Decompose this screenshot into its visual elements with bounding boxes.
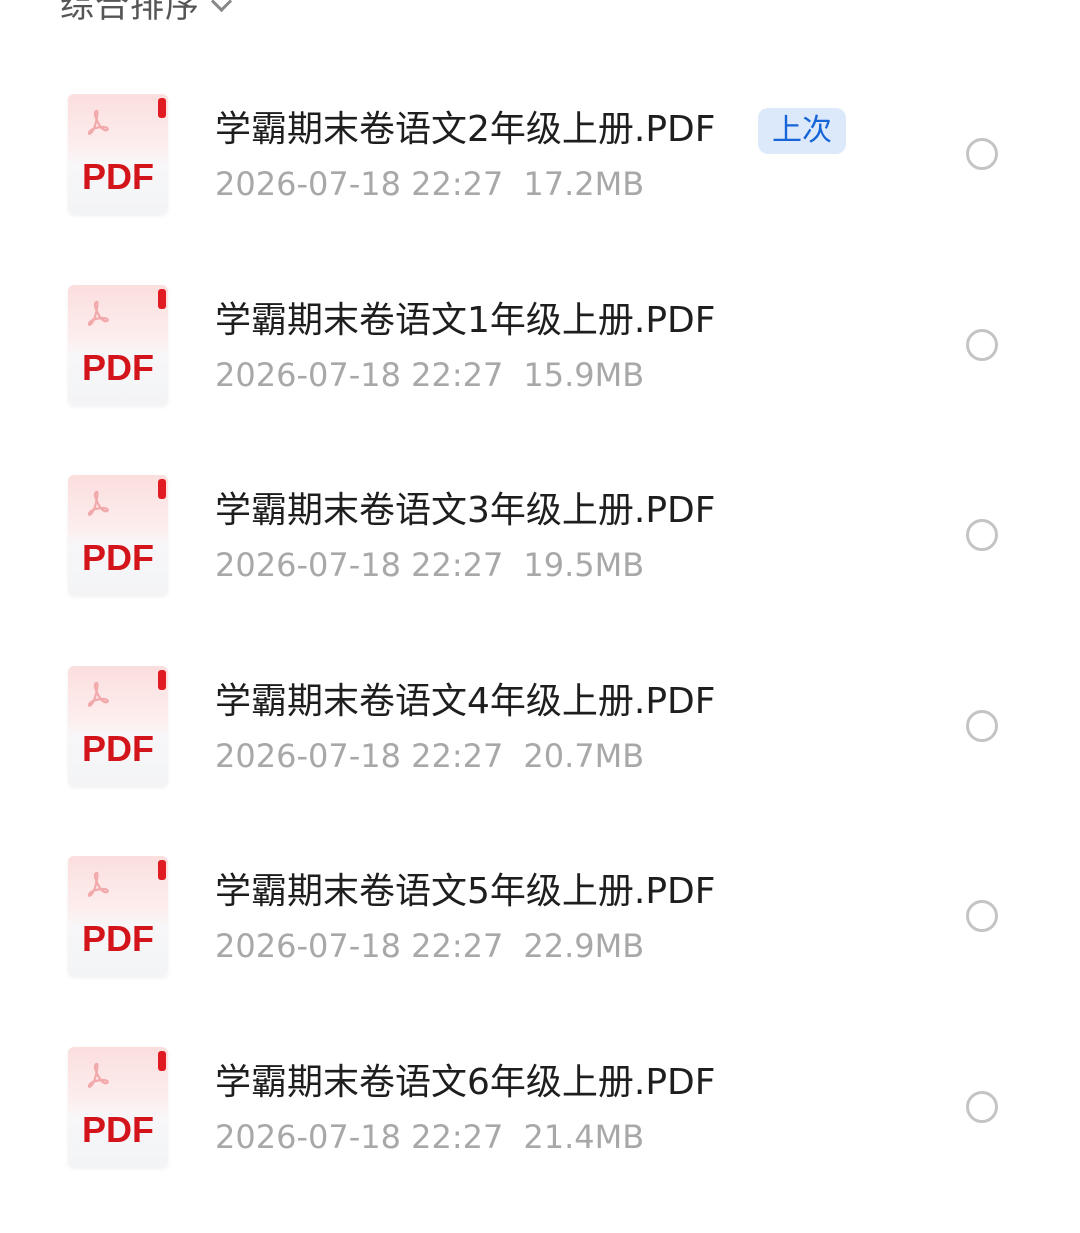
pdf-icon-label: PDF — [82, 918, 154, 960]
file-date: 2026-07-18 22:27 — [215, 1117, 504, 1156]
file-corner-mark — [158, 1050, 166, 1071]
pdf-icon-label: PDF — [82, 346, 154, 388]
acrobat-logo-icon — [87, 681, 109, 707]
sort-dropdown[interactable]: 综合排序 — [60, 0, 233, 27]
acrobat-logo-icon — [87, 1062, 109, 1088]
file-corner-mark — [158, 669, 166, 690]
file-date: 2026-07-18 22:27 — [215, 927, 504, 966]
acrobat-logo-icon — [87, 491, 109, 517]
pdf-file-icon: PDF — [68, 665, 168, 786]
file-date: 2026-07-18 22:27 — [215, 546, 504, 585]
pdf-file-icon: PDF — [68, 1046, 168, 1167]
pdf-icon-label: PDF — [82, 727, 154, 769]
pdf-file-icon: PDF — [68, 94, 168, 214]
file-meta: 2026-07-18 22:27 19.5MB — [215, 545, 644, 585]
file-corner-mark — [158, 860, 166, 881]
file-name: 学霸期末卷语文1年级上册.PDF — [215, 299, 716, 341]
select-radio[interactable] — [966, 328, 998, 361]
file-name: 学霸期末卷语文6年级上册.PDF — [215, 1061, 716, 1103]
file-corner-mark — [158, 288, 166, 309]
acrobat-logo-icon — [87, 300, 109, 326]
file-row[interactable]: PDF 学霸期末卷语文5年级上册.PDF 2026-07-18 22:27 22.9M… — [0, 822, 1080, 1013]
file-size: 15.9MB — [523, 355, 645, 394]
select-radio[interactable] — [966, 519, 998, 552]
file-corner-mark — [158, 479, 166, 500]
file-date: 2026-07-18 22:27 — [215, 736, 504, 775]
file-row[interactable]: PDF 学霸期末卷语文4年级上册.PDF 2026-07-18 22:27 20.7M… — [0, 632, 1080, 823]
sort-label: 综合排序 — [60, 0, 200, 26]
file-meta: 2026-07-18 22:27 22.9MB — [215, 926, 644, 966]
pdf-file-icon: PDF — [68, 856, 168, 977]
file-size: 17.2MB — [523, 165, 645, 203]
file-corner-mark — [158, 98, 166, 118]
grid-view-icon[interactable] — [968, 0, 1016, 18]
file-meta: 2026-07-18 22:27 20.7MB — [215, 736, 644, 776]
file-row[interactable]: PDF 学霸期末卷语文3年级上册.PDF 2026-07-18 22:27 19.5M… — [0, 441, 1080, 632]
file-size: 22.9MB — [523, 927, 645, 966]
file-name: 学霸期末卷语文2年级上册.PDF — [215, 109, 716, 150]
pdf-icon-label: PDF — [82, 1108, 154, 1150]
file-size: 19.5MB — [523, 546, 645, 585]
file-meta: 2026-07-18 22:27 21.4MB — [215, 1117, 644, 1157]
file-row[interactable]: PDF 学霸期末卷语文6年级上册.PDF 2026-07-18 22:27 21.4M… — [0, 1013, 1080, 1204]
file-date: 2026-07-18 22:27 — [215, 165, 504, 203]
file-meta: 2026-07-18 22:27 15.9MB — [215, 355, 644, 395]
pdf-icon-label: PDF — [82, 537, 154, 579]
select-radio[interactable] — [966, 709, 998, 742]
file-date: 2026-07-18 22:27 — [215, 355, 504, 394]
pdf-file-icon: PDF — [68, 284, 168, 405]
chevron-down-icon — [210, 0, 233, 13]
file-name: 学霸期末卷语文4年级上册.PDF — [215, 680, 716, 722]
list-header: 综合排序 — [0, 0, 1080, 40]
file-row[interactable]: PDF 学霸期末卷语文2年级上册.PDF 上次 2026-07-18 22:27 17.… — [0, 60, 1080, 251]
select-radio[interactable] — [966, 138, 998, 170]
file-size: 21.4MB — [523, 1117, 645, 1156]
file-size: 20.7MB — [523, 736, 645, 775]
acrobat-logo-icon — [87, 109, 109, 135]
select-radio[interactable] — [966, 1090, 998, 1123]
select-radio[interactable] — [966, 900, 998, 933]
pdf-icon-label: PDF — [82, 156, 154, 197]
file-list: PDF 学霸期末卷语文2年级上册.PDF 上次 2026-07-18 22:27 17.… — [0, 60, 1080, 1204]
file-row[interactable]: PDF 学霸期末卷语文1年级上册.PDF 2026-07-18 22:27 15.9M… — [0, 251, 1080, 442]
file-name: 学霸期末卷语文3年级上册.PDF — [215, 490, 716, 532]
last-opened-badge: 上次 — [758, 108, 846, 154]
file-name: 学霸期末卷语文5年级上册.PDF — [215, 871, 716, 913]
pdf-file-icon: PDF — [68, 475, 168, 596]
file-meta: 2026-07-18 22:27 17.2MB — [215, 164, 644, 204]
acrobat-logo-icon — [87, 872, 109, 898]
